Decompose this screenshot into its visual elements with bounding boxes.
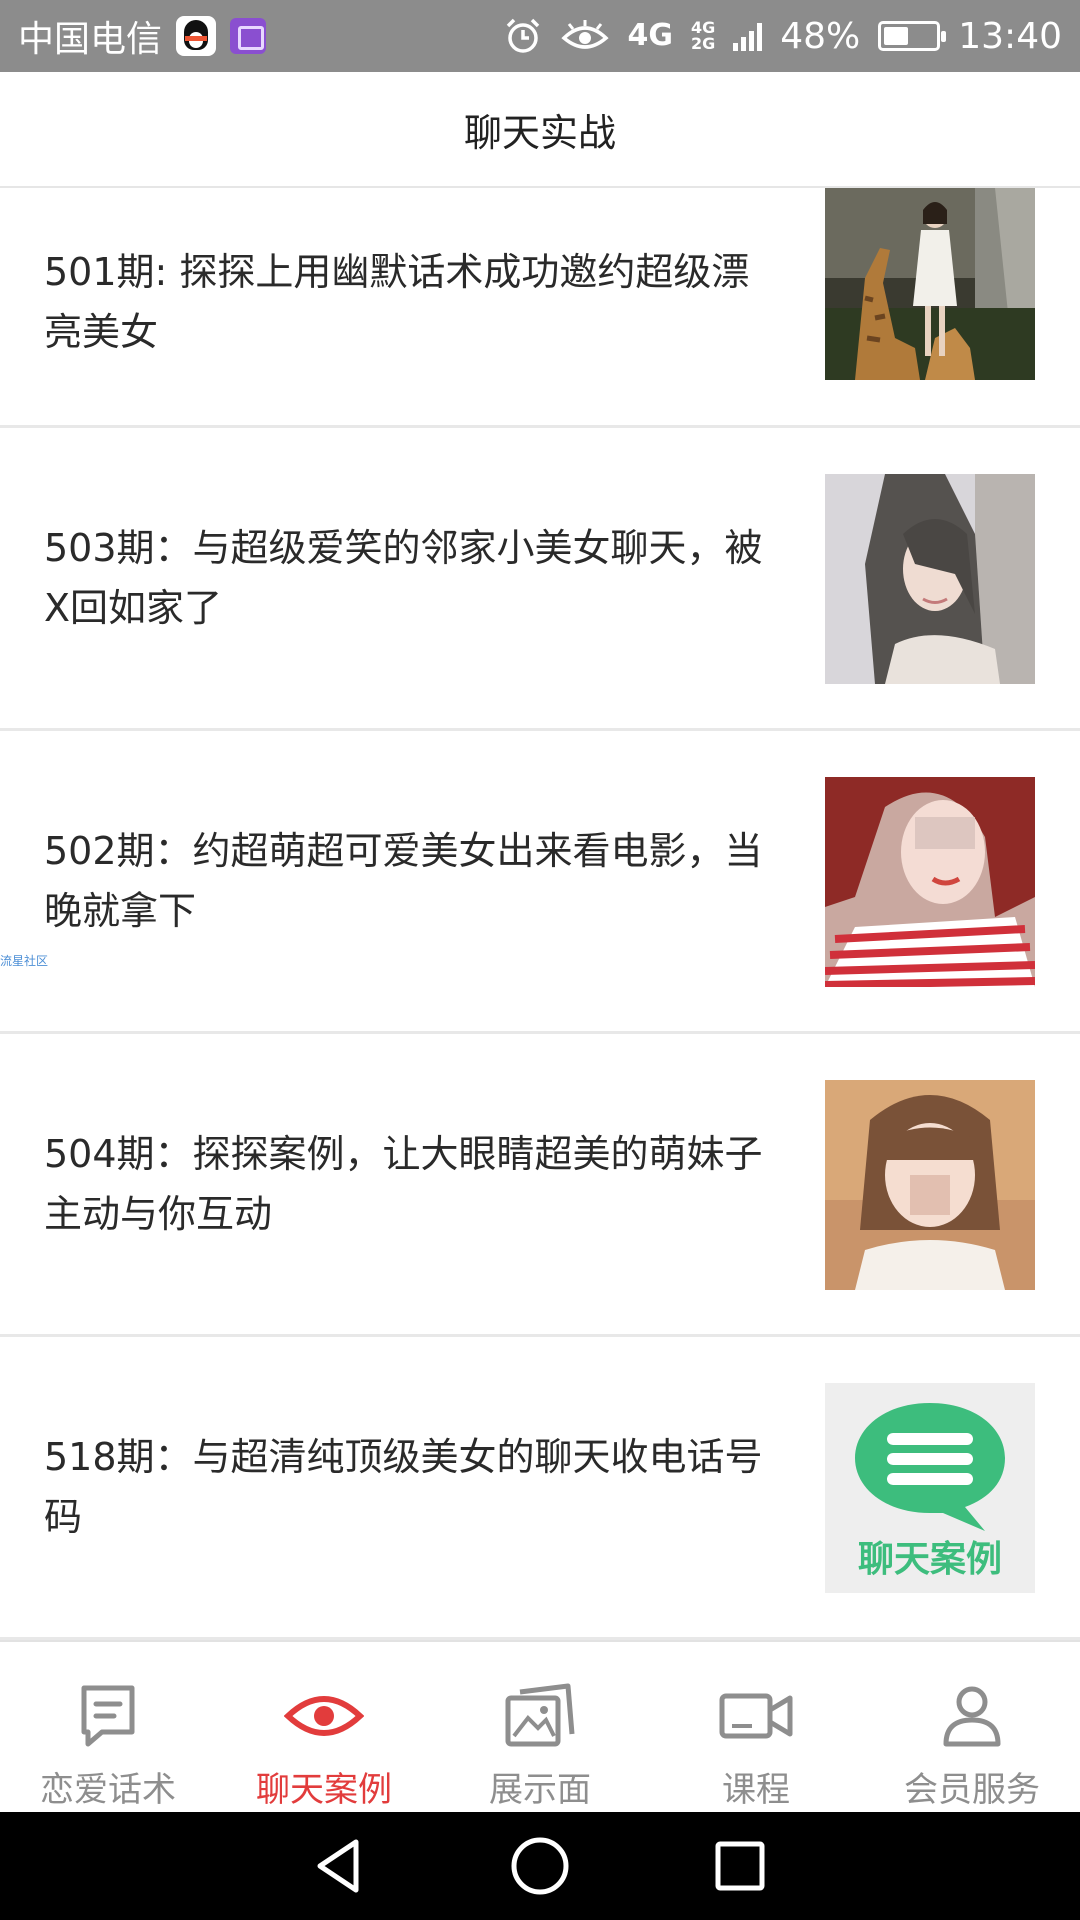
- tab-label: 课程: [722, 1770, 790, 1810]
- tab-label: 恋爱话术: [40, 1770, 176, 1810]
- status-right: 4G 4G 2G 48% 13:40: [503, 16, 1062, 57]
- article-title: 501期: 探探上用幽默话术成功邀约超级漂亮美女: [44, 249, 750, 354]
- status-left: 中国电信: [18, 10, 267, 62]
- gallery-icon: [230, 18, 267, 54]
- network-secondary-bottom: 2G: [690, 34, 716, 53]
- tab-courses[interactable]: 课程: [648, 1642, 864, 1812]
- article-title: 504期：探探案例，让大眼睛超美的萌妹子主动与你互动: [44, 1132, 763, 1236]
- alarm-icon: [507, 18, 540, 53]
- list-item[interactable]: 501期: 探探上用幽默话术成功邀约超级漂亮美女: [0, 188, 1080, 428]
- photo-girl-giraffes: [825, 188, 1035, 380]
- article-title: 502期：约超萌超可爱美女出来看电影，当晚就拿下: [44, 829, 763, 933]
- tab-membership[interactable]: 会员服务: [864, 1642, 1080, 1812]
- status-bar: 中国电信 4G 4G 2G 48% 13:40: [0, 0, 1080, 72]
- article-thumbnail: [825, 188, 1035, 380]
- photo-girl-red-stripes: [825, 777, 1035, 987]
- tab-label: 会员服务: [904, 1770, 1040, 1810]
- network-secondary: 4G 2G: [691, 20, 715, 52]
- message-icon: [81, 1685, 135, 1747]
- article-list: 501期: 探探上用幽默话术成功邀约超级漂亮美女 503期：与超级爱笑的邻家小美…: [0, 188, 1080, 1640]
- system-nav-bar: [0, 1812, 1080, 1920]
- battery-fill: [884, 27, 909, 45]
- tab-label: 展示面: [489, 1770, 591, 1810]
- photo-girl-bob-hair: [825, 1080, 1035, 1290]
- photo-girl-long-hair: [825, 474, 1035, 684]
- tab-label: 聊天案例: [256, 1770, 392, 1810]
- network-type: 4G: [627, 18, 673, 53]
- signal-icon: [733, 21, 763, 51]
- recents-icon[interactable]: [708, 1834, 772, 1898]
- user-icon: [943, 1686, 1001, 1747]
- photos-icon: [505, 1683, 575, 1747]
- battery-percent: 48%: [780, 15, 861, 57]
- bottom-nav: 恋爱话术 聊天案例 展示面 课程 会员服务: [0, 1640, 1080, 1812]
- list-item[interactable]: 504期：探探案例，让大眼睛超美的萌妹子主动与你互动: [0, 1034, 1080, 1337]
- qq-icon: [176, 16, 217, 56]
- back-icon[interactable]: [308, 1834, 372, 1898]
- list-item[interactable]: 502期：约超萌超可爱美女出来看电影，当晚就拿下: [0, 731, 1080, 1034]
- article-thumbnail: 聊天案例: [825, 1383, 1035, 1593]
- carrier-label: 中国电信: [18, 19, 163, 60]
- tab-romance-talk[interactable]: 恋爱话术: [0, 1642, 216, 1812]
- app-header: 聊天实战: [0, 72, 1080, 188]
- home-icon[interactable]: [508, 1834, 572, 1898]
- chat-case-logo-text: 聊天案例: [858, 1539, 1002, 1580]
- watermark: 流星社区: [0, 954, 49, 968]
- list-item[interactable]: 518期：与超清纯顶级美女的聊天收电话号码 聊天案例: [0, 1337, 1080, 1640]
- article-title: 518期：与超清纯顶级美女的聊天收电话号码: [44, 1435, 763, 1539]
- battery-icon: [878, 21, 947, 51]
- tab-chat-cases[interactable]: 聊天案例: [216, 1642, 432, 1812]
- chat-case-logo: 聊天案例: [825, 1383, 1035, 1593]
- video-camera-icon: [719, 1693, 793, 1739]
- page-title: 聊天实战: [463, 110, 616, 155]
- article-title: 503期：与超级爱笑的邻家小美女聊天，被X回如家了: [44, 526, 763, 630]
- list-item[interactable]: 503期：与超级爱笑的邻家小美女聊天，被X回如家了: [0, 428, 1080, 731]
- tab-showcase[interactable]: 展示面: [432, 1642, 648, 1812]
- eye-icon: [284, 1696, 364, 1736]
- status-time: 13:40: [958, 15, 1062, 57]
- article-thumbnail: [825, 474, 1035, 684]
- article-thumbnail: [825, 777, 1035, 987]
- eye-icon: [561, 20, 610, 49]
- article-thumbnail: [825, 1080, 1035, 1290]
